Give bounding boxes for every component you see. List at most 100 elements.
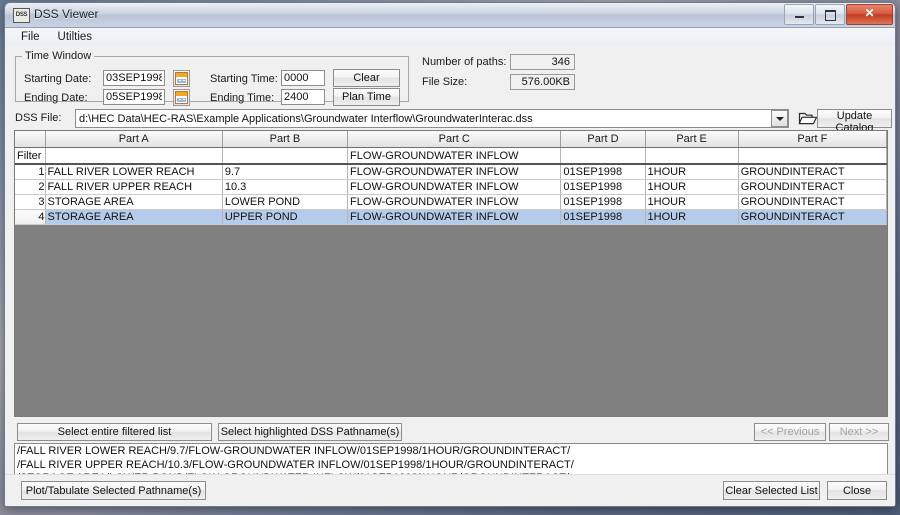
- row-number: 2: [15, 179, 46, 195]
- table-corner-header: [15, 131, 46, 148]
- window-controls: ✕: [783, 4, 893, 25]
- ending-time-label: Ending Time:: [210, 92, 275, 104]
- menu-bar: File Utilties: [5, 28, 895, 47]
- menu-utilties[interactable]: Utilties: [50, 30, 101, 44]
- cell-part-b[interactable]: 9.7: [222, 164, 349, 180]
- ending-date-input[interactable]: [103, 89, 165, 105]
- client-area: Time Window Starting Date: Ending Date: …: [5, 46, 895, 506]
- number-of-paths-label: Number of paths:: [422, 56, 507, 68]
- next-button[interactable]: Next >>: [829, 423, 889, 441]
- column-header-part-c[interactable]: Part C: [347, 131, 562, 148]
- dss-file-dropdown-button[interactable]: [771, 110, 788, 127]
- chevron-down-icon: [775, 116, 784, 121]
- time-window-legend: Time Window: [25, 50, 92, 62]
- previous-button[interactable]: << Previous: [754, 423, 826, 441]
- menu-file[interactable]: File: [13, 30, 48, 44]
- filter-input-part-b[interactable]: [222, 147, 349, 165]
- cell-part-e[interactable]: 1HOUR: [645, 179, 739, 195]
- dss-file-path: d:\HEC Data\HEC-RAS\Example Applications…: [79, 112, 533, 125]
- plot-tabulate-button[interactable]: Plot/Tabulate Selected Pathname(s): [21, 481, 206, 500]
- ending-date-calendar-icon[interactable]: [173, 89, 190, 106]
- starting-time-label: Starting Time:: [210, 73, 278, 85]
- cell-part-a[interactable]: FALL RIVER LOWER REACH: [45, 164, 223, 180]
- close-icon: ✕: [864, 6, 875, 20]
- select-entire-filtered-list-button[interactable]: Select entire filtered list: [17, 423, 212, 441]
- cell-part-e[interactable]: 1HOUR: [645, 209, 739, 225]
- column-header-part-e[interactable]: Part E: [645, 131, 739, 148]
- filter-input-part-d[interactable]: [560, 147, 646, 165]
- filter-label: Filter: [15, 147, 46, 165]
- column-header-part-b[interactable]: Part B: [222, 131, 349, 148]
- cell-part-d[interactable]: 01SEP1998: [560, 209, 646, 225]
- cell-part-e[interactable]: 1HOUR: [645, 164, 739, 180]
- cell-part-c[interactable]: FLOW-GROUNDWATER INFLOW: [347, 209, 562, 225]
- plan-time-button[interactable]: Plan Time: [333, 88, 400, 106]
- filter-input-part-a[interactable]: [45, 147, 223, 165]
- table-row[interactable]: 1 FALL RIVER LOWER REACH 9.7 FLOW-GROUND…: [15, 164, 887, 180]
- column-header-part-a[interactable]: Part A: [45, 131, 223, 148]
- close-dialog-button[interactable]: Close: [827, 481, 887, 500]
- cell-part-d[interactable]: 01SEP1998: [560, 194, 646, 210]
- top-panel: Time Window Starting Date: Ending Date: …: [5, 46, 895, 108]
- pathname-grid: Part A Part B Part C Part D Part E Part …: [15, 131, 887, 225]
- filter-input-part-e[interactable]: [645, 147, 739, 165]
- app-icon: DSS: [13, 8, 30, 23]
- row-number: 1: [15, 164, 46, 180]
- maximize-button[interactable]: [815, 4, 845, 25]
- ending-time-input[interactable]: [281, 89, 325, 105]
- cell-part-e[interactable]: 1HOUR: [645, 194, 739, 210]
- starting-date-input[interactable]: [103, 70, 165, 86]
- bottom-button-bar: Plot/Tabulate Selected Pathname(s) Clear…: [5, 474, 895, 506]
- row-number: 3: [15, 194, 46, 210]
- dss-file-row: DSS File: d:\HEC Data\HEC-RAS\Example Ap…: [5, 108, 895, 134]
- list-item[interactable]: /FALL RIVER LOWER REACH/9.7/FLOW-GROUNDW…: [17, 445, 885, 459]
- clear-button[interactable]: Clear: [333, 69, 400, 87]
- cell-part-a[interactable]: STORAGE AREA: [45, 209, 223, 225]
- filter-input-part-f[interactable]: [738, 147, 887, 165]
- cell-part-a[interactable]: FALL RIVER UPPER REACH: [45, 179, 223, 195]
- table-row[interactable]: 3 STORAGE AREA LOWER POND FLOW-GROUNDWAT…: [15, 194, 887, 210]
- table-header-row: Part A Part B Part C Part D Part E Part …: [15, 131, 887, 148]
- clear-selected-list-button[interactable]: Clear Selected List: [723, 481, 820, 500]
- browse-file-button[interactable]: [792, 109, 818, 128]
- minimize-button[interactable]: [784, 4, 814, 25]
- table-row-selected[interactable]: 4 STORAGE AREA UPPER POND FLOW-GROUNDWAT…: [15, 209, 887, 225]
- pathname-table[interactable]: Part A Part B Part C Part D Part E Part …: [14, 130, 888, 417]
- file-size-label: File Size:: [422, 76, 468, 88]
- cell-part-f[interactable]: GROUNDINTERACT: [738, 194, 887, 210]
- column-header-part-d[interactable]: Part D: [560, 131, 646, 148]
- cell-part-c[interactable]: FLOW-GROUNDWATER INFLOW: [347, 179, 562, 195]
- cell-part-b[interactable]: 10.3: [222, 179, 349, 195]
- cell-part-d[interactable]: 01SEP1998: [560, 179, 646, 195]
- cell-part-f[interactable]: GROUNDINTERACT: [738, 164, 887, 180]
- close-button[interactable]: ✕: [846, 4, 893, 25]
- starting-date-label: Starting Date:: [24, 73, 92, 85]
- time-window-group: Time Window Starting Date: Ending Date: …: [15, 50, 409, 106]
- dss-file-combobox[interactable]: d:\HEC Data\HEC-RAS\Example Applications…: [75, 109, 789, 128]
- table-row[interactable]: 2 FALL RIVER UPPER REACH 10.3 FLOW-GROUN…: [15, 179, 887, 195]
- title-bar: DSS DSS Viewer ✕: [5, 3, 895, 28]
- dss-viewer-window: DSS DSS Viewer ✕ File Utilties Time Wind…: [4, 2, 896, 507]
- starting-time-input[interactable]: [281, 70, 325, 86]
- starting-date-calendar-icon[interactable]: [173, 70, 190, 87]
- minimize-icon: [795, 16, 804, 18]
- title-bar-gloss: [5, 3, 895, 15]
- cell-part-c[interactable]: FLOW-GROUNDWATER INFLOW: [347, 194, 562, 210]
- select-highlighted-pathnames-button[interactable]: Select highlighted DSS Pathname(s): [218, 423, 402, 441]
- cell-part-a[interactable]: STORAGE AREA: [45, 194, 223, 210]
- list-item[interactable]: /FALL RIVER UPPER REACH/10.3/FLOW-GROUND…: [17, 459, 885, 473]
- update-catalog-button[interactable]: Update Catalog: [817, 109, 892, 134]
- number-of-paths-value: 346: [510, 54, 575, 70]
- dss-file-label: DSS File:: [15, 112, 62, 124]
- cell-part-f[interactable]: GROUNDINTERACT: [738, 209, 887, 225]
- ending-date-label: Ending Date:: [24, 92, 88, 104]
- cell-part-d[interactable]: 01SEP1998: [560, 164, 646, 180]
- cell-part-c[interactable]: FLOW-GROUNDWATER INFLOW: [347, 164, 562, 180]
- cell-part-b[interactable]: LOWER POND: [222, 194, 349, 210]
- row-number: 4: [15, 209, 46, 225]
- filter-row: Filter FLOW-GROUNDWATER INFLOW: [15, 147, 887, 165]
- filter-input-part-c[interactable]: FLOW-GROUNDWATER INFLOW: [347, 147, 562, 165]
- cell-part-b[interactable]: UPPER POND: [222, 209, 349, 225]
- column-header-part-f[interactable]: Part F: [738, 131, 887, 148]
- cell-part-f[interactable]: GROUNDINTERACT: [738, 179, 887, 195]
